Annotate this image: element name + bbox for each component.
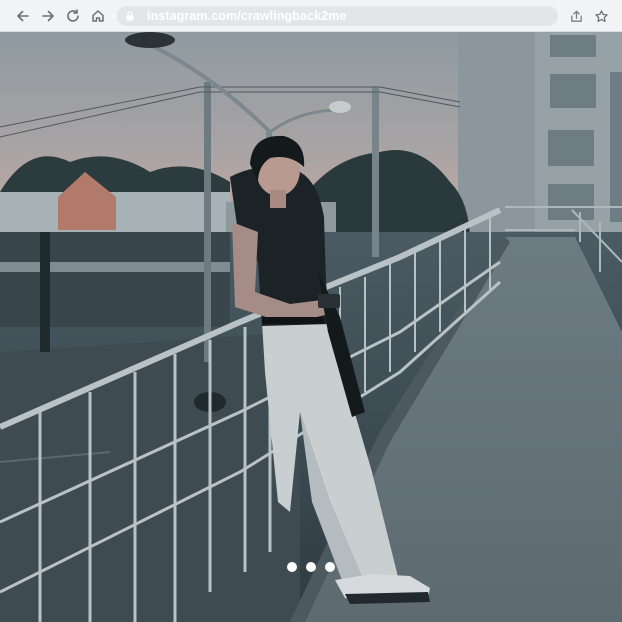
browser-toolbar: instagram.com/crawlingback2me xyxy=(0,0,622,32)
street xyxy=(0,332,300,622)
reload-icon xyxy=(67,9,79,22)
star-icon xyxy=(594,9,608,22)
lock-icon[interactable] xyxy=(125,11,135,21)
utility-pole xyxy=(204,82,211,362)
carousel-dot-3[interactable] xyxy=(325,562,335,572)
address-bar[interactable]: instagram.com/crawlingback2me xyxy=(117,6,558,26)
share-button[interactable] xyxy=(566,6,586,26)
back-button[interactable] xyxy=(12,5,34,27)
arrow-left-icon xyxy=(17,10,29,22)
carousel-dot-2[interactable] xyxy=(306,562,316,572)
carousel-dot-1[interactable] xyxy=(287,562,297,572)
share-icon xyxy=(570,10,582,22)
forward-button[interactable] xyxy=(37,5,59,27)
post-viewer xyxy=(0,32,622,622)
post-photo[interactable] xyxy=(0,32,622,622)
carousel-indicator xyxy=(287,561,337,573)
bookmark-button[interactable] xyxy=(591,6,611,26)
reload-button[interactable] xyxy=(62,5,84,27)
arrow-right-icon xyxy=(42,10,54,22)
home-icon xyxy=(92,10,104,22)
url-text[interactable]: instagram.com/crawlingback2me xyxy=(147,9,347,23)
home-button[interactable] xyxy=(87,5,109,27)
